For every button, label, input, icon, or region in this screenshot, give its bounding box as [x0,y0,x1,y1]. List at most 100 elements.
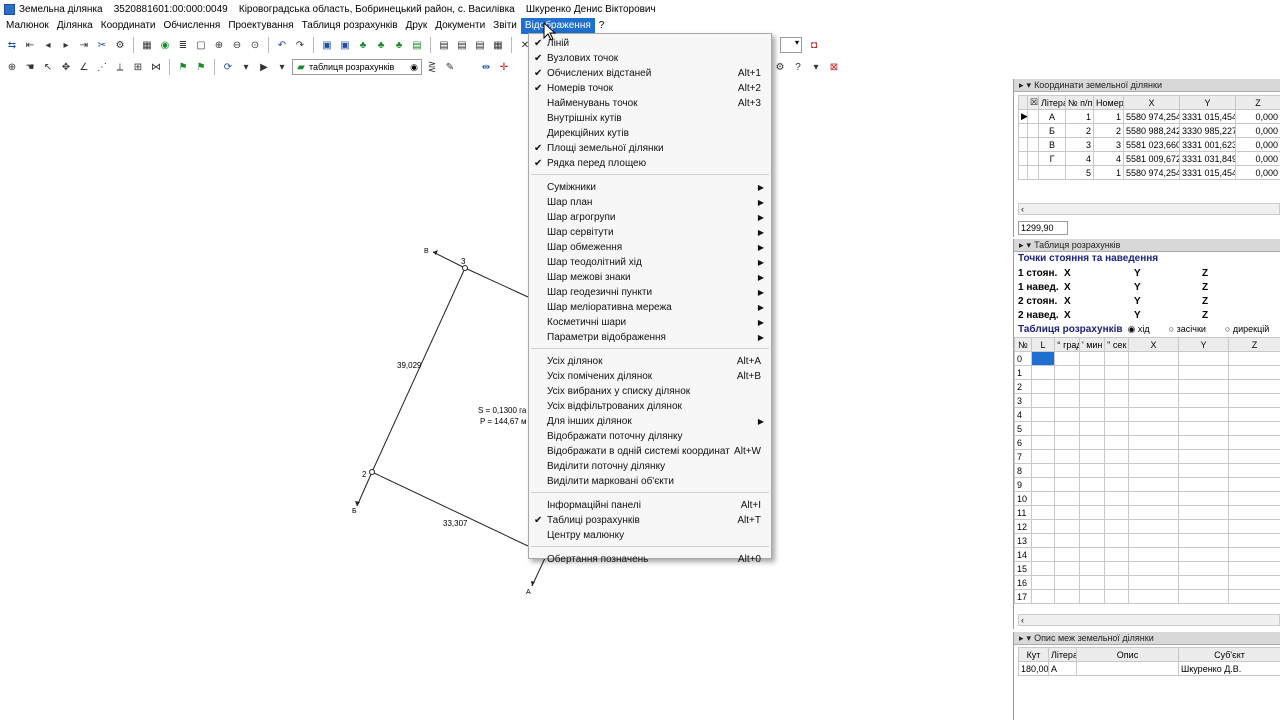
table-cell[interactable] [1079,519,1105,534]
radio-intersection[interactable]: ○ засічки [1169,324,1206,334]
table-cell[interactable] [1228,435,1280,450]
table-cell[interactable] [1128,589,1179,604]
table-cell[interactable] [1054,547,1080,562]
column-header[interactable]: Z [1228,337,1280,352]
table-cell[interactable] [1031,575,1055,590]
table-row[interactable]: 8 [1014,463,1280,478]
column-header[interactable]: № п/п [1065,95,1094,110]
table-cell[interactable] [1128,519,1179,534]
table-row[interactable]: Г 4 4 5581 009,672 3331 031,849 0,000 [1018,151,1280,166]
table-cell[interactable] [1228,519,1280,534]
table-cell[interactable]: 5581 023,660 [1123,137,1180,152]
table-cell[interactable] [1104,575,1129,590]
zoom-out-icon[interactable]: ⊖ [229,37,245,53]
menu-item[interactable]: Для інших ділянок ▶ [529,414,771,429]
column-header[interactable]: ° град [1054,337,1080,352]
table-cell[interactable] [1228,547,1280,562]
table-cell[interactable] [1079,505,1105,520]
table-cell[interactable] [1079,365,1105,380]
table-cell[interactable] [1104,491,1129,506]
pointer-icon[interactable]: ↖ [40,59,56,75]
table-cell[interactable]: Б [1038,123,1066,138]
flag-icon[interactable]: ⚑ [175,59,191,75]
table-cell[interactable] [1104,351,1129,366]
table-cell[interactable] [1104,533,1129,548]
table-cell[interactable] [1104,463,1129,478]
table-row[interactable]: 6 [1014,435,1280,450]
table-cell[interactable]: Шкуренко Д.В. [1178,661,1280,676]
stop-icon[interactable]: ◘ [806,37,822,53]
menu-help[interactable]: ? [595,18,609,34]
table-cell[interactable]: 1 [1093,165,1124,180]
table-cell[interactable] [1228,505,1280,520]
table-cell[interactable]: 1 [1093,109,1124,124]
table-cell[interactable] [1079,477,1105,492]
table-cell[interactable] [1079,561,1105,576]
table-cell[interactable]: 5581 009,672 [1123,151,1180,166]
rotate-icon[interactable]: ⟳ [220,59,236,75]
prev-icon[interactable]: ◂ [40,37,56,53]
table-cell[interactable] [1031,561,1055,576]
table-cell[interactable] [1031,491,1055,506]
play-icon[interactable]: ▶ [256,59,272,75]
table-row[interactable]: 15 [1014,561,1280,576]
table-cell[interactable] [1178,477,1229,492]
station-x[interactable]: X [1064,296,1134,307]
station-y[interactable]: Y [1134,310,1202,321]
column-header[interactable]: Опис [1076,647,1179,662]
table-cell[interactable] [1031,589,1055,604]
table-cell[interactable] [1054,421,1080,436]
table-cell[interactable] [1228,491,1280,506]
column-header[interactable]: Кут [1018,647,1049,662]
table-cell[interactable] [1054,407,1080,422]
table-cell[interactable] [1128,407,1179,422]
menu-item[interactable]: Усіх помічених ділянок Alt+B [529,369,771,384]
table-cell[interactable]: 3330 985,227 [1179,123,1236,138]
folder-icon[interactable]: ▤ [409,37,425,53]
table-cell[interactable] [1178,519,1229,534]
frame-icon[interactable]: ▣ [319,37,335,53]
table-cell[interactable]: 3331 015,454 [1179,109,1236,124]
help-icon[interactable]: ? [790,59,806,75]
table-cell[interactable] [1104,477,1129,492]
toolbar-combo-right[interactable]: ▾ [780,37,802,53]
table-cell[interactable]: 0,000 [1235,165,1280,180]
tree-icon[interactable]: ♣ [355,37,371,53]
table-cell[interactable] [1178,449,1229,464]
column-header[interactable]: X [1123,95,1180,110]
table-cell[interactable]: 0,000 [1235,109,1280,124]
table-cell[interactable] [1079,491,1105,506]
table-cell[interactable] [1128,547,1179,562]
table-cell[interactable] [1228,463,1280,478]
arrow-split-icon[interactable]: ⇹ [478,59,494,75]
table-cell[interactable] [1128,561,1179,576]
hand-icon[interactable]: ☚ [22,59,38,75]
menu-calc-table[interactable]: Таблиця розрахунків [298,18,402,34]
table-cell[interactable] [1038,165,1066,180]
table-row[interactable]: 10 [1014,491,1280,506]
table-cell[interactable] [1054,365,1080,380]
table-cell[interactable] [1054,491,1080,506]
table-cell[interactable] [1031,505,1055,520]
table-cell[interactable]: Г [1038,151,1066,166]
table-row[interactable]: 12 [1014,519,1280,534]
menu-item[interactable]: Центру малюнку [529,528,771,543]
table-cell[interactable] [1054,519,1080,534]
table-row[interactable]: 2 [1014,379,1280,394]
table-cell[interactable]: 5 [1065,165,1094,180]
dropdown-icon[interactable]: ▾ [238,59,254,75]
table-cell[interactable] [1054,589,1080,604]
menu-item[interactable]: Параметри відображення ▶ [529,330,771,345]
row-select-cell[interactable] [1027,165,1039,180]
table-cell[interactable] [1079,435,1105,450]
menu-item[interactable]: ✔ Рядка перед площею [529,156,771,171]
node-icon[interactable]: ⋰ [94,59,110,75]
menu-item[interactable]: Найменувань точок Alt+3 [529,96,771,111]
column-header[interactable]: X [1128,337,1179,352]
table-cell[interactable] [1079,547,1105,562]
table-cell[interactable] [1228,351,1280,366]
tree2-icon[interactable]: ♣ [373,37,389,53]
table-cell[interactable] [1104,407,1129,422]
table-cell[interactable] [1104,379,1129,394]
split-icon[interactable]: ⋛ [424,59,440,75]
